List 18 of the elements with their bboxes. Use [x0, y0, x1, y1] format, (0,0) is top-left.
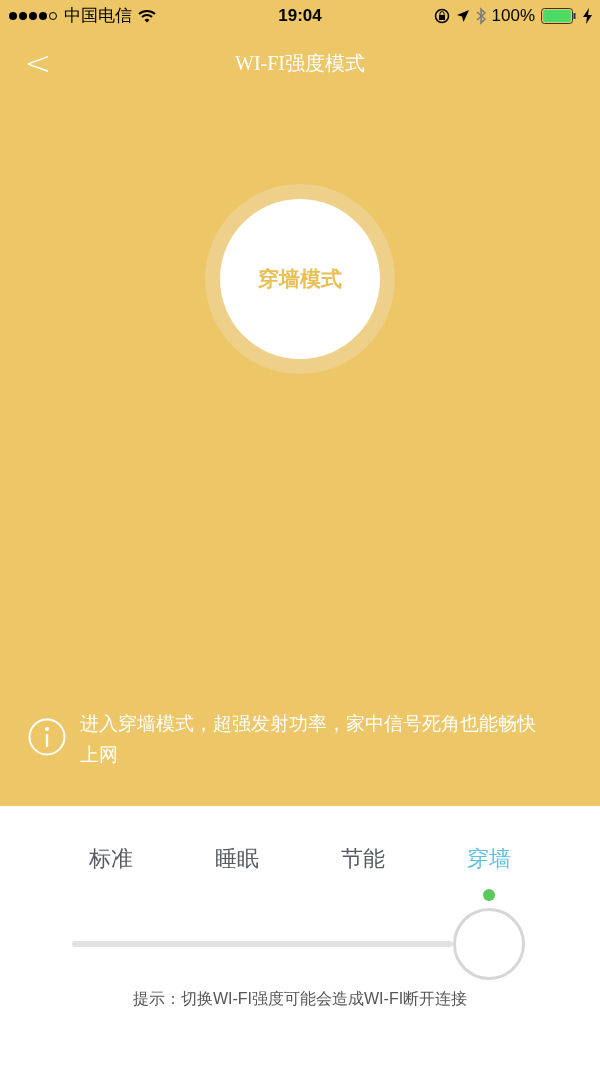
hint-text: 提示：切换WI-FI强度可能会造成WI-FI断开连接	[131, 989, 469, 1009]
bluetooth-icon	[475, 7, 486, 25]
rotation-lock-icon	[433, 8, 450, 24]
selected-indicator	[483, 889, 495, 901]
mode-tab[interactable]: 节能	[341, 842, 385, 875]
charging-icon	[583, 8, 592, 24]
mode-tab[interactable]: 标准	[89, 842, 133, 875]
info-icon	[28, 718, 66, 756]
wifi-icon	[138, 9, 156, 23]
carrier-name: 中国电信	[64, 5, 132, 28]
info-text: 进入穿墙模式，超强发射功率，家中信号死角也能畅快上网	[80, 712, 537, 767]
page-title: WI-FI强度模式	[235, 51, 365, 76]
signal-icon	[8, 11, 58, 21]
battery-icon	[541, 8, 577, 24]
status-time: 19:04	[278, 5, 322, 28]
mode-tab[interactable]: 睡眠	[215, 842, 259, 875]
battery-percent: 100%	[491, 5, 535, 28]
location-icon	[455, 9, 470, 23]
